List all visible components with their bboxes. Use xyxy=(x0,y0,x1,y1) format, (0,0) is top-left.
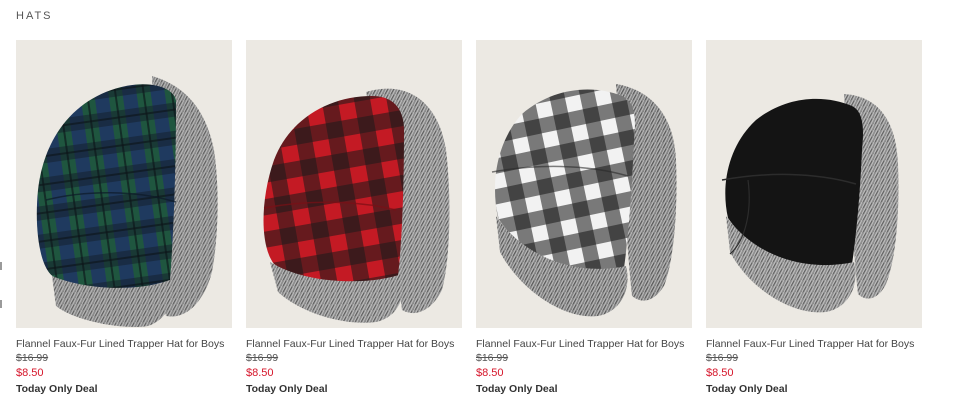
deal-label: Today Only Deal xyxy=(16,383,98,395)
original-price: $16.99 xyxy=(246,352,279,364)
scroll-edge-mark xyxy=(0,300,2,308)
original-price: $16.99 xyxy=(706,352,739,364)
product-name[interactable]: Flannel Faux-Fur Lined Trapper Hat for B… xyxy=(16,337,232,351)
sale-price: $8.50 xyxy=(706,367,734,379)
product-image[interactable] xyxy=(476,40,692,328)
sale-price: $8.50 xyxy=(16,367,44,379)
trapper-hat-black-image xyxy=(721,94,899,313)
product-grid: Flannel Faux-Fur Lined Trapper Hat for B… xyxy=(16,40,922,397)
deal-label: Today Only Deal xyxy=(476,383,558,395)
original-price: $16.99 xyxy=(16,352,49,364)
product-name[interactable]: Flannel Faux-Fur Lined Trapper Hat for B… xyxy=(706,337,922,351)
trapper-hat-plaid-image xyxy=(36,76,218,328)
deal-label: Today Only Deal xyxy=(246,383,328,395)
product-card[interactable]: Flannel Faux-Fur Lined Trapper Hat for B… xyxy=(246,40,462,397)
scroll-edge-mark xyxy=(0,262,2,270)
product-image[interactable] xyxy=(706,40,922,328)
product-name[interactable]: Flannel Faux-Fur Lined Trapper Hat for B… xyxy=(246,337,462,351)
sale-price: $8.50 xyxy=(246,367,274,379)
deal-label: Today Only Deal xyxy=(706,383,788,395)
product-image[interactable] xyxy=(16,40,232,328)
original-price: $16.99 xyxy=(476,352,509,364)
section-title: HATS xyxy=(16,10,53,22)
product-name[interactable]: Flannel Faux-Fur Lined Trapper Hat for B… xyxy=(476,337,692,351)
trapper-hat-red-check-image xyxy=(263,88,450,323)
sale-price: $8.50 xyxy=(476,367,504,379)
product-image[interactable] xyxy=(246,40,462,328)
trapper-hat-white-check-image xyxy=(491,84,677,317)
product-card[interactable]: Flannel Faux-Fur Lined Trapper Hat for B… xyxy=(476,40,692,397)
product-card[interactable]: Flannel Faux-Fur Lined Trapper Hat for B… xyxy=(706,40,922,397)
product-card[interactable]: Flannel Faux-Fur Lined Trapper Hat for B… xyxy=(16,40,232,397)
